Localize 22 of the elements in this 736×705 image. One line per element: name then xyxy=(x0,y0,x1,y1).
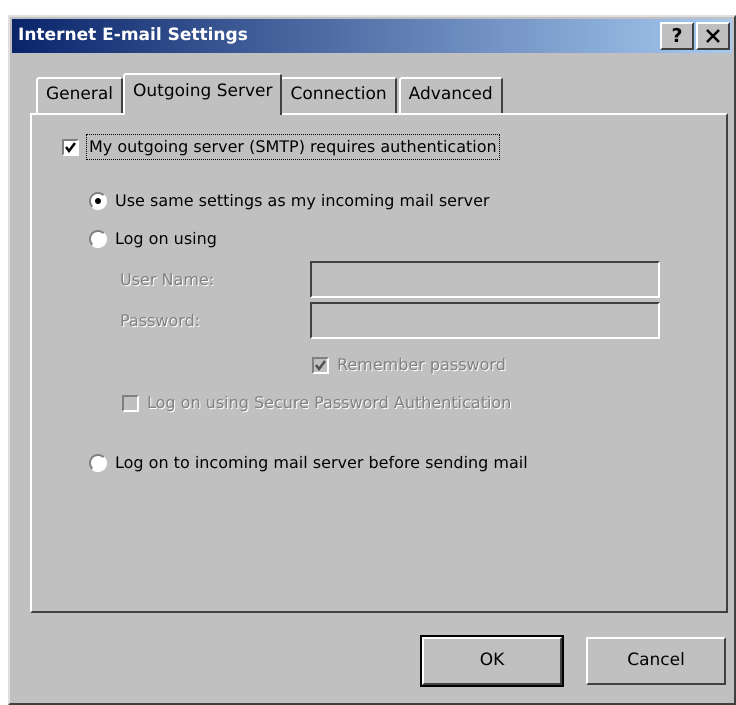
checkbox-label: My outgoing server (SMTP) requires authentication xyxy=(87,135,499,159)
cancel-button[interactable]: Cancel xyxy=(586,637,726,685)
checkbox[interactable] xyxy=(62,138,79,156)
radio-label: Use same settings as my incoming mail server xyxy=(115,190,490,212)
field-label: Password: xyxy=(120,310,202,332)
help-button[interactable]: ? xyxy=(660,22,694,50)
radio-button[interactable] xyxy=(89,192,107,210)
close-button[interactable] xyxy=(696,22,730,50)
window-title: Internet E-mail Settings xyxy=(18,24,249,48)
checkbox-label: Log on using Secure Password Authentication xyxy=(147,392,512,414)
tab[interactable]: Outgoing Server xyxy=(123,73,282,115)
checkbox-label: Remember password xyxy=(337,354,506,376)
radio-button[interactable] xyxy=(89,454,107,472)
radio-label: Log on to incoming mail server before sending mail xyxy=(115,452,528,474)
radio-label: Log on using xyxy=(115,228,217,250)
ok-button[interactable]: OK xyxy=(422,637,562,685)
field-label: User Name: xyxy=(120,268,216,290)
radio-button[interactable] xyxy=(89,230,107,248)
tab[interactable]: General xyxy=(36,77,123,113)
tab[interactable]: Connection xyxy=(280,77,397,113)
close-icon xyxy=(705,29,721,43)
tab[interactable]: Advanced xyxy=(398,77,503,113)
